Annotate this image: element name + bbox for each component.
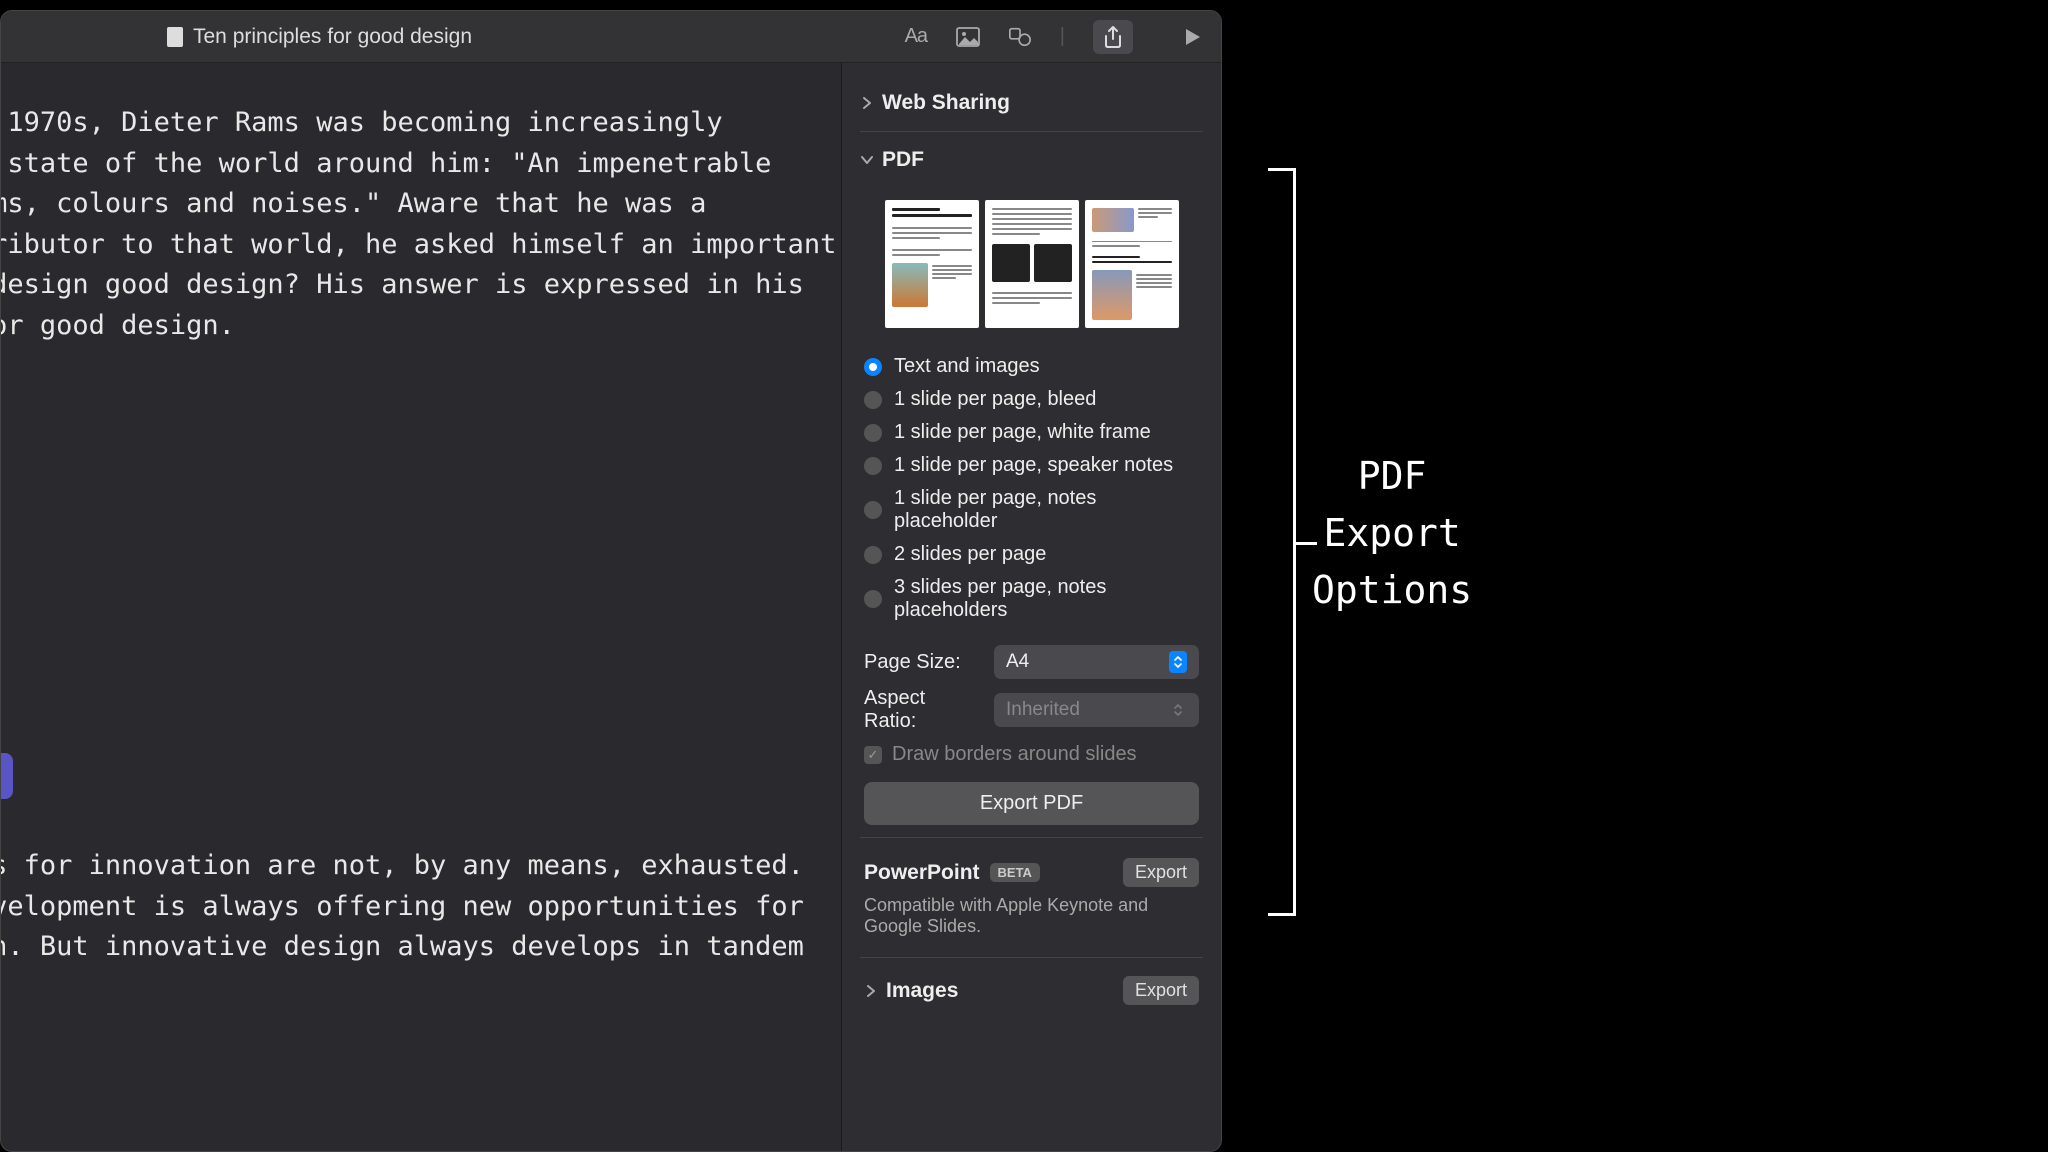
divider bbox=[860, 131, 1203, 132]
radio-icon bbox=[864, 424, 882, 442]
radio-text-and-images[interactable]: Text and images bbox=[864, 350, 1199, 383]
export-sidebar: Web Sharing PDF bbox=[841, 63, 1221, 1151]
document-title: Ten principles for good design bbox=[193, 25, 472, 49]
radio-icon bbox=[864, 546, 882, 564]
radio-icon bbox=[864, 590, 882, 608]
pdf-header[interactable]: PDF bbox=[860, 138, 1203, 182]
radio-1-slide-notes-placeholder[interactable]: 1 slide per page, notes placeholder bbox=[864, 482, 1199, 538]
powerpoint-title: PowerPoint bbox=[864, 861, 980, 885]
pdf-preview bbox=[860, 200, 1203, 328]
annotation-label: PDF Export Options bbox=[1312, 448, 1472, 619]
shapes-icon[interactable] bbox=[1008, 25, 1032, 49]
image-icon[interactable] bbox=[956, 25, 980, 49]
radio-label: 1 slide per page, bleed bbox=[894, 388, 1096, 411]
select-stepper-icon bbox=[1169, 699, 1187, 721]
web-sharing-header[interactable]: Web Sharing bbox=[860, 81, 1203, 125]
aspect-ratio-value: Inherited bbox=[1006, 699, 1080, 721]
radio-label: 2 slides per page bbox=[894, 543, 1046, 566]
text-format-icon[interactable]: Aa bbox=[904, 25, 928, 49]
aspect-ratio-select[interactable]: Inherited bbox=[994, 693, 1199, 727]
chevron-right-icon bbox=[864, 984, 878, 998]
divider bbox=[860, 837, 1203, 838]
divider bbox=[860, 957, 1203, 958]
pdf-preview-page-3 bbox=[1085, 200, 1179, 328]
web-sharing-title: Web Sharing bbox=[882, 91, 1010, 115]
draw-borders-checkbox-row[interactable]: ✓ Draw borders around slides bbox=[864, 743, 1199, 766]
page-size-select[interactable]: A4 bbox=[994, 645, 1199, 679]
radio-1-slide-speaker-notes[interactable]: 1 slide per page, speaker notes bbox=[864, 449, 1199, 482]
annotation-bracket bbox=[1268, 168, 1296, 916]
page-size-value: A4 bbox=[1006, 651, 1029, 673]
chevron-down-icon bbox=[860, 153, 874, 167]
radio-1-slide-bleed[interactable]: 1 slide per page, bleed bbox=[864, 383, 1199, 416]
beta-badge: BETA bbox=[990, 863, 1040, 882]
pdf-preview-page-1 bbox=[885, 200, 979, 328]
play-icon[interactable] bbox=[1181, 25, 1205, 49]
page-size-label: Page Size: bbox=[864, 651, 982, 674]
powerpoint-desc: Compatible with Apple Keynote and Google… bbox=[860, 893, 1203, 951]
radio-label: 1 slide per page, speaker notes bbox=[894, 454, 1173, 477]
export-pdf-button[interactable]: Export PDF bbox=[864, 782, 1199, 825]
select-stepper-icon bbox=[1169, 651, 1187, 673]
radio-icon bbox=[864, 391, 882, 409]
export-images-button[interactable]: Export bbox=[1123, 976, 1199, 1005]
pdf-title: PDF bbox=[882, 148, 924, 172]
editor-paragraph-2: The possibilities for innovation are not… bbox=[1, 846, 571, 968]
export-powerpoint-button[interactable]: Export bbox=[1123, 858, 1199, 887]
pdf-layout-radios: Text and images 1 slide per page, bleed … bbox=[864, 350, 1199, 627]
radio-label: 3 slides per page, notes placeholders bbox=[894, 576, 1199, 622]
radio-label: 1 slide per page, white frame bbox=[894, 421, 1151, 444]
radio-icon bbox=[864, 358, 882, 376]
radio-3-slides-notes[interactable]: 3 slides per page, notes placeholders bbox=[864, 571, 1199, 627]
draw-borders-label: Draw borders around slides bbox=[892, 743, 1137, 766]
document-icon bbox=[167, 27, 183, 47]
pdf-preview-page-2 bbox=[985, 200, 1079, 328]
chevron-right-icon bbox=[860, 96, 874, 110]
titlebar: Ten principles for good design Aa | bbox=[1, 11, 1221, 63]
selection-handle[interactable] bbox=[1, 753, 13, 799]
editor-area[interactable]: Back in the late 1970s, Dieter Rams was … bbox=[1, 63, 841, 1151]
radio-icon bbox=[864, 457, 882, 475]
radio-2-slides[interactable]: 2 slides per page bbox=[864, 538, 1199, 571]
checkbox-icon: ✓ bbox=[864, 746, 882, 764]
app-window: Ten principles for good design Aa | Back… bbox=[0, 10, 1222, 1152]
radio-label: Text and images bbox=[894, 355, 1040, 378]
separator: | bbox=[1060, 25, 1065, 48]
images-title: Images bbox=[886, 979, 958, 1003]
editor-paragraph-1: Back in the late 1970s, Dieter Rams was … bbox=[1, 103, 571, 346]
aspect-ratio-label: Aspect Ratio: bbox=[864, 687, 982, 733]
radio-icon bbox=[864, 501, 882, 519]
radio-label: 1 slide per page, notes placeholder bbox=[894, 487, 1199, 533]
radio-1-slide-white-frame[interactable]: 1 slide per page, white frame bbox=[864, 416, 1199, 449]
share-icon[interactable] bbox=[1093, 20, 1133, 54]
